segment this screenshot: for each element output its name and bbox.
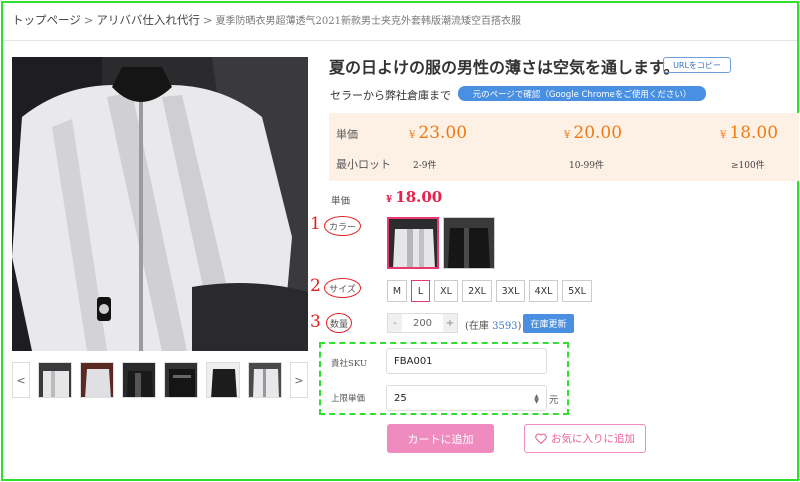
- breadcrumb-current: 夏季防晒衣男超薄透气2021新款男士夹克外套韩版潮流矮空百搭衣服: [215, 16, 522, 27]
- annotation-number-1: 1: [310, 214, 321, 234]
- thumbnail-prev-button[interactable]: <: [12, 362, 30, 398]
- max-price-input[interactable]: 25 ▲ ▼: [386, 385, 547, 411]
- quantity-stepper: - 200 +: [387, 313, 458, 333]
- product-main-image[interactable]: [12, 57, 308, 351]
- thumbnail-6[interactable]: [248, 362, 282, 398]
- size-option-l[interactable]: L: [411, 280, 430, 302]
- tier-qty-1: 2-9件: [413, 161, 437, 171]
- stock-info: (在庫 3593): [465, 321, 522, 332]
- thumbnail-2[interactable]: [80, 362, 114, 398]
- size-option-5xl[interactable]: 5XL: [562, 280, 592, 302]
- seller-shipping-text: セラーから弊社倉庫まで: [330, 89, 451, 102]
- breadcrumb-home[interactable]: トップページ: [12, 13, 81, 27]
- color-option-white[interactable]: [387, 217, 439, 269]
- tier-price-1: ¥23.00: [409, 123, 468, 143]
- size-label: サイズ: [324, 278, 361, 298]
- size-option-3xl[interactable]: 3XL: [496, 280, 525, 302]
- size-option-4xl[interactable]: 4XL: [529, 280, 558, 302]
- refresh-stock-button[interactable]: 在庫更新: [523, 314, 574, 333]
- stock-count: 3593: [492, 321, 518, 332]
- unit-price-label: 単価: [331, 196, 351, 207]
- size-option-xl[interactable]: XL: [434, 280, 458, 302]
- quantity-increase-button[interactable]: +: [443, 314, 457, 332]
- spinner-icon[interactable]: ▲ ▼: [533, 394, 540, 405]
- annotation-number-3: 3: [310, 312, 321, 332]
- view-source-button[interactable]: 元のページで確認（Google Chromeをご使用ください）: [458, 86, 706, 101]
- breadcrumb: トップページ > アリババ仕入れ代行 > 夏季防晒衣男超薄透气2021新款男士夹克外套韩…: [12, 12, 521, 28]
- sku-input[interactable]: FBA001: [386, 348, 547, 374]
- max-price-label: 上限単価: [331, 394, 366, 404]
- product-title: 夏の日よけの服の男性の薄さは空気を通します。: [329, 58, 680, 77]
- tier-qty-2: 10-99件: [569, 161, 604, 171]
- thumbnail-3[interactable]: [122, 362, 156, 398]
- size-option-2xl[interactable]: 2XL: [462, 280, 492, 302]
- breadcrumb-agent[interactable]: アリババ仕入れ代行: [96, 13, 200, 27]
- thumbnail-1[interactable]: [38, 362, 72, 398]
- color-label: カラー: [324, 216, 361, 236]
- currency-unit: 元: [549, 395, 559, 406]
- thumbnail-4[interactable]: [164, 362, 198, 398]
- add-to-favorites-button[interactable]: お気に入りに追加: [524, 424, 646, 453]
- price-tier-panel: 単価 最小ロット ¥23.00 2-9件 ¥20.00 10-99件 ¥18.0…: [329, 113, 799, 181]
- divider: [3, 40, 797, 41]
- tier-price-3: ¥18.00: [720, 123, 779, 143]
- heart-icon: [535, 433, 547, 444]
- thumbnail-strip: < >: [12, 362, 308, 398]
- thumbnail-next-button[interactable]: >: [290, 362, 308, 398]
- quantity-decrease-button[interactable]: -: [388, 314, 402, 332]
- color-option-black[interactable]: [443, 217, 495, 269]
- tier-qty-3: ≥100件: [731, 161, 765, 171]
- annotation-number-2: 2: [310, 276, 321, 296]
- price-label: 単価: [336, 128, 358, 141]
- min-lot-label: 最小ロット: [336, 158, 391, 171]
- thumbnail-5[interactable]: [206, 362, 240, 398]
- breadcrumb-separator: >: [202, 13, 213, 27]
- quantity-input[interactable]: 200: [402, 314, 443, 332]
- sku-label: 貴社SKU: [331, 359, 368, 369]
- tier-price-2: ¥20.00: [564, 123, 623, 143]
- size-option-m[interactable]: M: [387, 280, 407, 302]
- add-to-cart-button[interactable]: カートに追加: [387, 424, 494, 453]
- copy-url-button[interactable]: URLをコピー: [663, 57, 731, 73]
- unit-price: ¥18.00: [386, 188, 443, 206]
- breadcrumb-separator: >: [83, 13, 94, 27]
- quantity-label: 数量: [326, 313, 352, 333]
